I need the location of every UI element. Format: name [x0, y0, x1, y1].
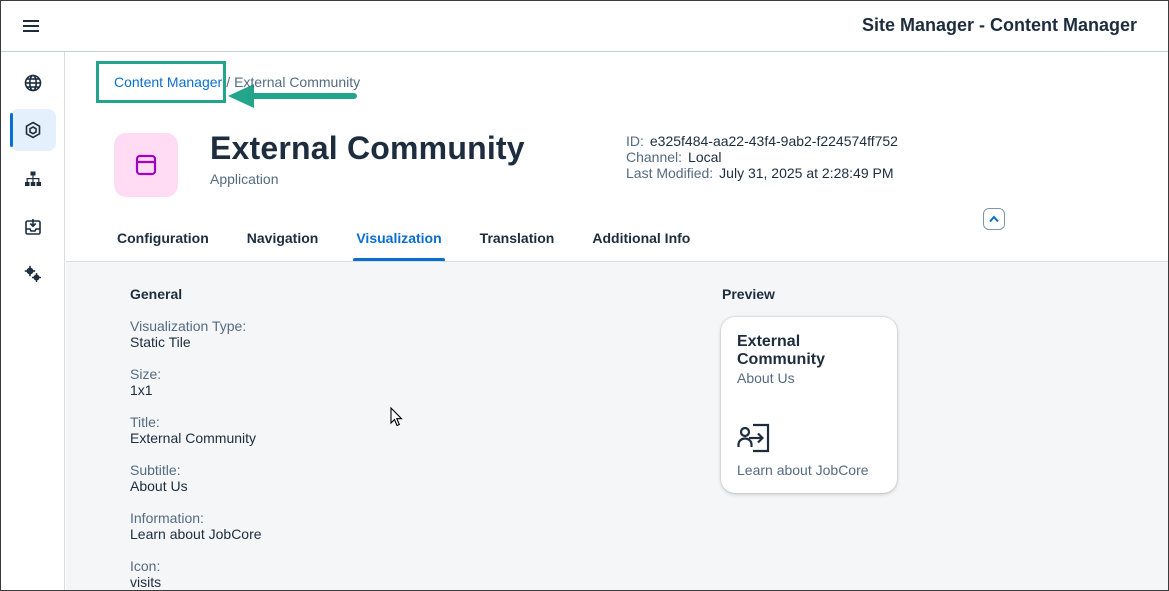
breadcrumb-current: External Community — [234, 74, 361, 90]
field-label: Icon: — [130, 558, 161, 574]
nav-item-hierarchy[interactable] — [10, 158, 56, 200]
attribute-last-modified: Last Modified: July 31, 2025 at 2:28:49 P… — [626, 165, 898, 181]
object-attributes: ID: e325f484-aa22-43f4-9ab2-f224574ff752 … — [626, 133, 898, 181]
field-value: Static Tile — [130, 334, 191, 350]
field-label: Visualization Type: — [130, 318, 247, 334]
content-package-icon — [25, 121, 41, 139]
attribute-value: Local — [688, 149, 722, 165]
inbox-download-icon — [25, 219, 41, 235]
field-value: Learn about JobCore — [130, 526, 262, 542]
tab-configuration[interactable]: Configuration — [114, 222, 212, 261]
shell-title: Site Manager - Content Manager — [861, 15, 1137, 35]
tab-translation[interactable]: Translation — [477, 222, 558, 261]
field-title: Title: External Community — [130, 414, 256, 446]
field-label: Title: — [130, 414, 160, 430]
tab-bar: Configuration Navigation Visualization T… — [114, 222, 725, 261]
field-size: Size: 1x1 — [130, 366, 161, 398]
breadcrumb-link-content-manager[interactable]: Content Manager — [114, 74, 222, 90]
attribute-label: ID: — [626, 133, 644, 149]
attribute-label: Last Modified: — [626, 165, 714, 181]
attribute-value: July 31, 2025 at 2:28:49 PM — [719, 165, 894, 181]
preview-tile[interactable]: External Community About Us Learn about … — [721, 317, 897, 493]
field-icon: Icon: visits — [130, 558, 161, 590]
general-section-title: General — [130, 286, 183, 302]
hierarchy-icon — [25, 171, 41, 186]
application-avatar — [114, 133, 178, 197]
page-subtitle: Application — [210, 171, 279, 187]
object-page-header: Content Manager / External Community Exter… — [66, 52, 1168, 262]
attribute-channel: Channel: Local — [626, 149, 898, 165]
attribute-value: e325f484-aa22-43f4-9ab2-f224574ff752 — [649, 133, 898, 149]
settings-gears-icon — [24, 265, 41, 282]
tile-subtitle: About Us — [737, 370, 795, 386]
field-visualization-type: Visualization Type: Static Tile — [130, 318, 246, 350]
breadcrumb-separator: / — [226, 74, 231, 90]
tile-info: Learn about JobCore — [737, 462, 869, 478]
tab-visualization[interactable]: Visualization — [353, 222, 446, 261]
tab-content-visualization: General Visualization Type: Static Tile … — [66, 262, 1168, 590]
main-content: Content Manager / External Community Exter… — [66, 52, 1168, 590]
nav-item-settings[interactable] — [10, 253, 56, 295]
nav-item-import[interactable] — [10, 206, 56, 248]
tile-title: External Community — [737, 333, 825, 368]
application-window-icon — [135, 154, 157, 176]
attribute-label: Channel: — [626, 149, 683, 165]
field-information: Information: Learn about JobCore — [130, 510, 262, 542]
field-value: visits — [130, 574, 162, 590]
breadcrumb: Content Manager / External Community — [114, 74, 360, 90]
field-label: Information: — [130, 510, 204, 526]
side-navigation — [1, 52, 65, 590]
nav-item-content-manager[interactable] — [10, 109, 56, 151]
collapse-header-button[interactable] — [983, 208, 1005, 230]
nav-item-sites[interactable] — [10, 62, 56, 104]
hamburger-icon[interactable] — [23, 16, 45, 39]
mouse-cursor-icon — [390, 407, 403, 427]
field-value: 1x1 — [130, 382, 153, 398]
tab-navigation[interactable]: Navigation — [244, 222, 322, 261]
chevron-up-icon — [989, 215, 999, 223]
attribute-id: ID: e325f484-aa22-43f4-9ab2-f224574ff752 — [626, 133, 898, 149]
page-title: External Community — [210, 130, 525, 166]
visits-icon — [737, 423, 770, 453]
tab-additional-info[interactable]: Additional Info — [589, 222, 693, 261]
field-subtitle: Subtitle: About Us — [130, 462, 188, 494]
field-value: About Us — [130, 478, 188, 494]
field-label: Subtitle: — [130, 462, 181, 478]
field-value: External Community — [130, 430, 257, 446]
shell-header: Site Manager - Content Manager — [1, 1, 1168, 52]
field-label: Size: — [130, 366, 162, 382]
globe-icon — [24, 74, 42, 92]
preview-section-title: Preview — [722, 286, 775, 302]
